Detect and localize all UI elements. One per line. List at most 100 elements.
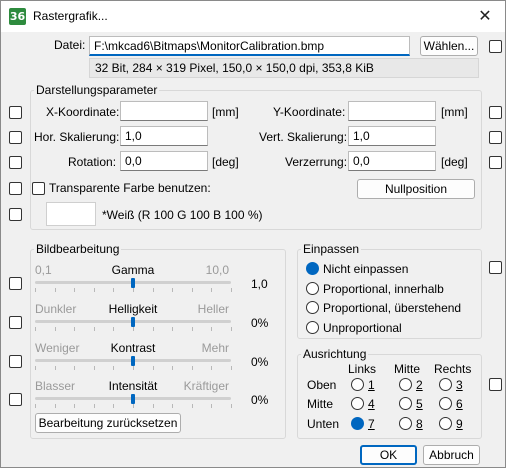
slider-tick <box>172 327 173 331</box>
slider-tick <box>55 288 56 292</box>
slider-tick <box>172 288 173 292</box>
rotation-unit-label: [deg] <box>212 155 239 169</box>
slider-tick <box>94 366 95 370</box>
slider-tick <box>74 288 75 292</box>
ok-button[interactable]: OK <box>360 445 417 465</box>
slider-tick <box>192 288 193 292</box>
align-pin-checkbox[interactable] <box>489 378 502 391</box>
transparent-color-checkbox[interactable] <box>32 182 45 195</box>
slider-tick <box>113 288 114 292</box>
slider-value: 0% <box>251 316 269 330</box>
distortion-input[interactable]: 0,0 <box>348 151 436 171</box>
slider-tick <box>94 404 95 408</box>
slider-tick <box>35 288 36 292</box>
align-radio-label: 1 <box>368 378 375 392</box>
slider-thumb[interactable] <box>131 278 135 288</box>
y-pin-checkbox[interactable] <box>489 106 502 119</box>
align-radio[interactable] <box>399 417 412 430</box>
fit-option-radio[interactable] <box>306 262 319 275</box>
align-radio-label: 4 <box>368 397 375 411</box>
slider-tick <box>35 366 36 370</box>
hscale-input[interactable]: 1,0 <box>120 126 208 146</box>
slider-tick <box>231 288 232 292</box>
vscale-pin-checkbox[interactable] <box>489 131 502 144</box>
align-title: Ausrichtung <box>301 347 369 361</box>
align-radio[interactable] <box>439 417 452 430</box>
slider-tick <box>94 288 95 292</box>
slider-tick <box>133 366 134 370</box>
distortion-pin-checkbox[interactable] <box>489 156 502 169</box>
hscale-pin-checkbox[interactable] <box>9 131 22 144</box>
slider-thumb[interactable] <box>131 317 135 327</box>
align-radio[interactable] <box>399 378 412 391</box>
file-label: Datei: <box>54 38 86 52</box>
x-pin-checkbox[interactable] <box>9 106 22 119</box>
align-col-header: Links <box>348 362 377 376</box>
transparent-pin-checkbox[interactable] <box>9 182 22 195</box>
slider-tick <box>133 404 134 408</box>
fit-option-radio[interactable] <box>306 320 319 334</box>
x-coordinate-label: X-Koordinate: <box>46 105 120 119</box>
slider-tick <box>133 327 134 331</box>
color-caption: *Weiß (R 100 G 100 B 100 %) <box>102 208 263 222</box>
x-coordinate-input[interactable] <box>120 101 208 121</box>
slider-pin-checkbox[interactable] <box>9 277 22 290</box>
slider-tick <box>153 288 154 292</box>
slider-value: 1,0 <box>251 277 268 291</box>
align-radio[interactable] <box>439 397 452 410</box>
slider-tick <box>133 288 134 292</box>
align-radio[interactable] <box>399 397 412 410</box>
slider-tick <box>113 366 114 370</box>
app-icon: 36 <box>9 8 26 25</box>
slider-tick <box>74 404 75 408</box>
align-radio[interactable] <box>351 417 364 430</box>
fit-pin-checkbox[interactable] <box>489 261 502 274</box>
vscale-input[interactable]: 1,0 <box>348 126 436 146</box>
slider-tick <box>211 404 212 408</box>
rotation-input[interactable]: 0,0 <box>120 151 208 171</box>
distortion-label: Verzerrung: <box>285 155 348 169</box>
slider-tick <box>35 327 36 331</box>
y-coordinate-input[interactable] <box>348 101 436 121</box>
rotation-pin-checkbox[interactable] <box>9 156 22 169</box>
title-bar[interactable]: 36 Rastergrafik... ✕ <box>1 1 505 32</box>
align-radio-label: 8 <box>416 417 423 431</box>
cancel-button[interactable]: Abbruch <box>423 445 480 465</box>
slider-tick <box>211 288 212 292</box>
slider-pin-checkbox[interactable] <box>9 355 22 368</box>
color-pin-checkbox[interactable] <box>9 208 22 221</box>
fit-option-radio[interactable] <box>306 281 319 295</box>
slider-thumb[interactable] <box>131 394 135 404</box>
file-path-input[interactable]: F:\mkcad6\Bitmaps\MonitorCalibration.bmp <box>89 36 410 56</box>
browse-button[interactable]: Wählen... <box>420 36 478 56</box>
close-icon[interactable]: ✕ <box>475 6 495 26</box>
align-radio-label: 5 <box>416 397 423 411</box>
color-swatch[interactable] <box>46 202 96 226</box>
slider-max-label: Mehr <box>201 341 229 355</box>
align-radio[interactable] <box>351 378 364 391</box>
slider-tick <box>172 404 173 408</box>
slider-tick <box>211 366 212 370</box>
file-info: 32 Bit, 284 × 319 Pixel, 150,0 × 150,0 d… <box>89 58 479 78</box>
image-edit-title: Bildbearbeitung <box>34 242 122 256</box>
slider-thumb[interactable] <box>131 356 135 366</box>
slider-tick <box>74 327 75 331</box>
align-radio[interactable] <box>439 378 452 391</box>
y-unit-label: [mm] <box>441 105 468 119</box>
slider-tick <box>231 327 232 331</box>
align-radio-label: 3 <box>456 378 463 392</box>
slider-pin-checkbox[interactable] <box>9 393 22 406</box>
slider-tick <box>55 404 56 408</box>
fit-option-label: Proportional, innerhalb <box>323 281 444 296</box>
align-row-header: Mitte <box>307 397 334 411</box>
align-col-header: Rechts <box>434 362 472 376</box>
nullposition-button[interactable]: Nullposition <box>357 179 475 199</box>
align-row-header: Oben <box>307 378 337 392</box>
slider-tick <box>231 404 232 408</box>
align-radio[interactable] <box>351 397 364 410</box>
fit-option-radio[interactable] <box>306 301 319 314</box>
file-pin-checkbox[interactable] <box>489 40 502 53</box>
reset-edit-button[interactable]: Bearbeitung zurücksetzen <box>35 413 181 433</box>
slider-pin-checkbox[interactable] <box>9 316 22 329</box>
fit-option-label: Unproportional <box>323 320 402 335</box>
